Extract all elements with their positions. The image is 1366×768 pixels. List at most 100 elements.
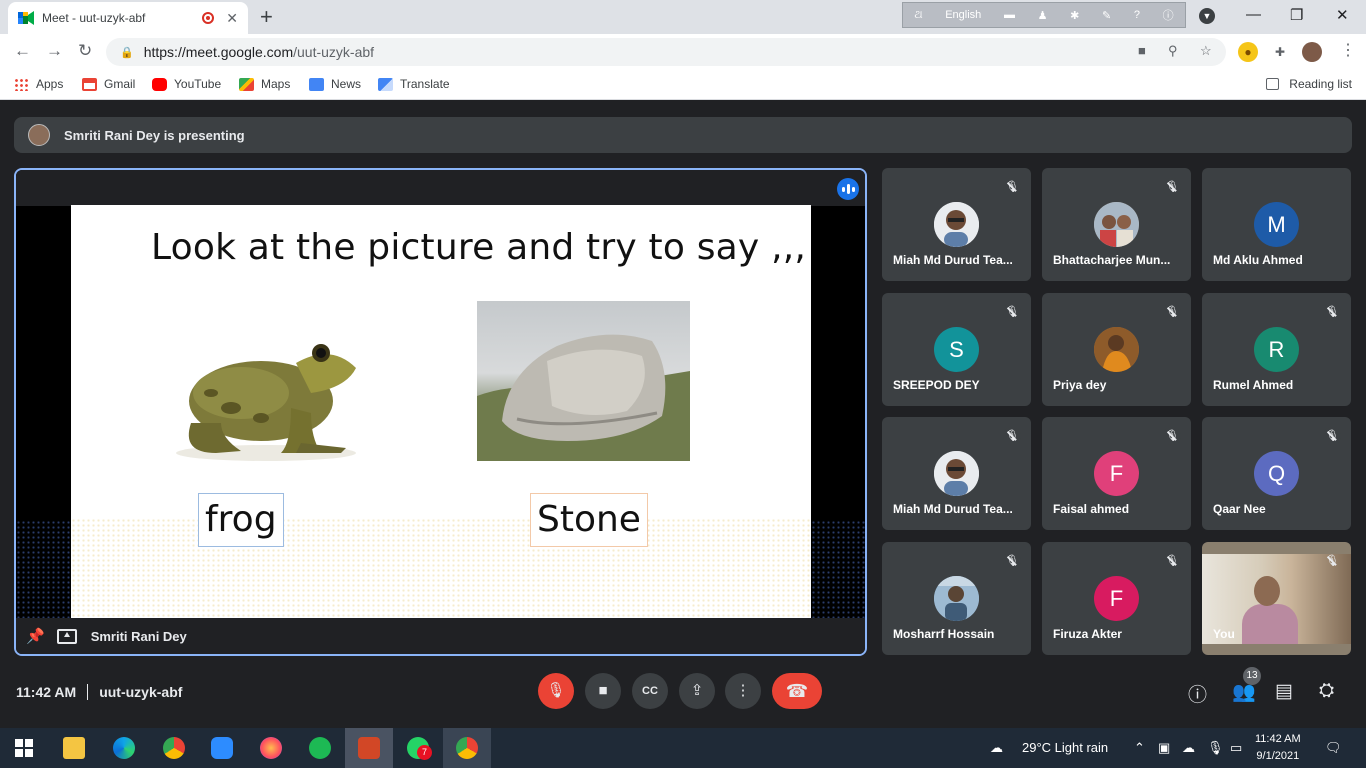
camera-toggle-button[interactable]: ■ [585,673,621,709]
speaking-indicator-icon [837,178,859,200]
browser-toolbar: ← → ↻ 🔒 https://meet.google.com/uut-uzyk… [0,34,1366,70]
firefox-icon[interactable] [247,728,295,768]
participant-tile[interactable]: 🎙 Mosharrf Hossain [882,542,1031,655]
network-icon[interactable]: ☁ [1182,740,1195,756]
mic-off-icon: 🎙 [1163,552,1181,570]
new-tab-button[interactable]: + [260,4,273,30]
pen-icon[interactable]: ♟ [1038,9,1048,22]
address-bar[interactable]: 🔒 https://meet.google.com/uut-uzyk-abf [106,38,1226,66]
participant-tile[interactable]: 🎙 Q Qaar Nee [1202,417,1351,530]
participant-tile[interactable]: 🎙 F Firuza Akter [1042,542,1191,655]
captions-button[interactable]: CC [632,673,668,709]
windows-icon [15,739,33,757]
avatar [934,451,979,496]
powerpoint-icon[interactable] [345,728,393,768]
tab-search-icon[interactable]: ▼ [1199,8,1215,24]
forward-icon[interactable]: → [46,41,63,61]
bookmark-gmail[interactable]: Gmail [82,77,135,91]
minimize-icon[interactable]: — [1246,6,1261,23]
tab-meet[interactable]: Meet - uut-uzyk-abf ✕ [8,2,248,34]
mic-tray-icon[interactable]: 🎙 [1207,740,1224,756]
self-view-tile[interactable]: 🎙 You [1202,542,1351,655]
participant-tile[interactable]: 🎙 S SREEPOD DEY [882,293,1031,406]
weather-icon[interactable]: ☁ [990,740,1003,756]
avatar: F [1094,576,1139,621]
start-button[interactable] [0,728,48,768]
avatar [1094,327,1139,372]
battery-icon[interactable]: ▭ [1230,740,1242,756]
recording-icon [202,12,215,24]
lock-icon[interactable]: 🔒 [120,46,134,59]
chat-icon[interactable]: ▤ [1275,680,1293,703]
system-clock[interactable]: 11:42 AM 9/1/2021 [1255,731,1301,765]
meet-tray-icon[interactable]: ▣ [1158,740,1170,756]
more-options-button[interactable]: ⋮ [725,673,761,709]
bookmark-translate[interactable]: Translate [378,77,450,91]
chrome-menu-icon[interactable]: ⋮ [1340,40,1356,60]
ime-icon[interactable]: ଥ [914,9,922,22]
participant-count-badge: 13 [1243,667,1261,685]
shared-slide: Look at the picture and try to say ,,, f… [71,205,811,620]
language-bar[interactable]: ଥ English ▬ ♟ ✱ ✎ ? ⓘ [902,2,1186,28]
extensions-puzzle-icon[interactable]: ✚ [1270,42,1290,62]
chrome-active-taskbar-icon[interactable] [443,728,491,768]
bookmark-maps[interactable]: Maps [239,77,290,91]
presentation-tile[interactable]: Look at the picture and try to say ,,, f… [14,168,867,656]
settings-icon[interactable]: ✱ [1070,9,1079,22]
restore-icon[interactable]: ❐ [1290,6,1303,24]
tray-expand-icon[interactable]: ⌃ [1134,740,1145,756]
participant-tile[interactable]: 🎙 Miah Md Durud Tea... [882,168,1031,281]
presenting-text: Smriti Rani Dey is presenting [64,127,245,143]
file-explorer-icon[interactable] [50,728,98,768]
keyboard-icon[interactable]: ▬ [1004,9,1015,21]
meeting-time: 11:42 AM [16,684,77,700]
info-icon[interactable]: ⓘ [1163,7,1174,23]
reload-icon[interactable]: ↻ [78,41,92,61]
mic-off-icon: 🎙 [1163,427,1181,445]
language-label[interactable]: English [945,9,981,21]
spotify-icon[interactable] [296,728,344,768]
meet-favicon-icon [18,11,34,25]
bookmark-star-icon[interactable]: ☆ [1200,43,1212,59]
pin-icon[interactable]: 📌 [26,627,45,645]
chrome-taskbar-icon[interactable] [150,728,198,768]
bookmark-youtube[interactable]: YouTube [152,77,221,91]
url-text[interactable]: https://meet.google.com/uut-uzyk-abf [144,44,374,60]
presenter-avatar [28,124,50,146]
participant-tile[interactable]: 🎙 Bhattacharjee Mun... [1042,168,1191,281]
participant-tile[interactable]: 🎙 Priya dey [1042,293,1191,406]
mic-off-icon: 🎙 [1163,178,1181,196]
notifications-icon[interactable]: 🗨 [1325,740,1342,756]
edge-icon[interactable] [100,728,148,768]
weather-text[interactable]: 29°C Light rain [1022,740,1108,755]
participant-tile[interactable]: 🎙 Miah Md Durud Tea... [882,417,1031,530]
participant-tile[interactable]: 🎙 F Faisal ahmed [1042,417,1191,530]
reading-list-button[interactable]: Reading list [1266,77,1352,91]
meeting-code[interactable]: uut-uzyk-abf [99,684,182,700]
avatar: F [1094,451,1139,496]
presenter-name: Smriti Rani Dey [90,628,187,644]
frog-image [176,344,356,461]
zoom-icon[interactable]: ⚲ [1168,43,1178,59]
tab-strip: Meet - uut-uzyk-abf ✕ + ଥ English ▬ ♟ ✱ … [0,0,1366,34]
close-tab-icon[interactable]: ✕ [226,10,238,27]
bookmark-news[interactable]: News [309,77,361,91]
presenting-banner: Smriti Rani Dey is presenting [14,117,1352,153]
profile-avatar[interactable] [1302,42,1322,62]
close-window-icon[interactable]: ✕ [1336,6,1349,24]
help-icon[interactable]: ? [1134,9,1140,21]
camera-indicator-icon[interactable]: ■ [1138,43,1146,58]
leave-call-button[interactable]: ☎ [772,673,822,709]
back-icon[interactable]: ← [14,41,31,61]
present-screen-button[interactable]: ⇪ [679,673,715,709]
screen-share-icon [56,628,77,644]
bookmark-apps[interactable]: Apps [14,77,63,91]
participant-tile[interactable]: 🎙 R Rumel Ahmed [1202,293,1351,406]
meeting-details-icon[interactable]: ⓘ [1188,680,1207,707]
participant-tile[interactable]: M Md Aklu Ahmed [1202,168,1351,281]
activities-icon[interactable]: ⛭ [1319,680,1334,702]
mic-toggle-button[interactable]: 🎙 [538,673,574,709]
zoom-app-icon[interactable] [198,728,246,768]
handwriting-icon[interactable]: ✎ [1102,9,1111,22]
extension-icon[interactable]: ● [1238,42,1258,62]
